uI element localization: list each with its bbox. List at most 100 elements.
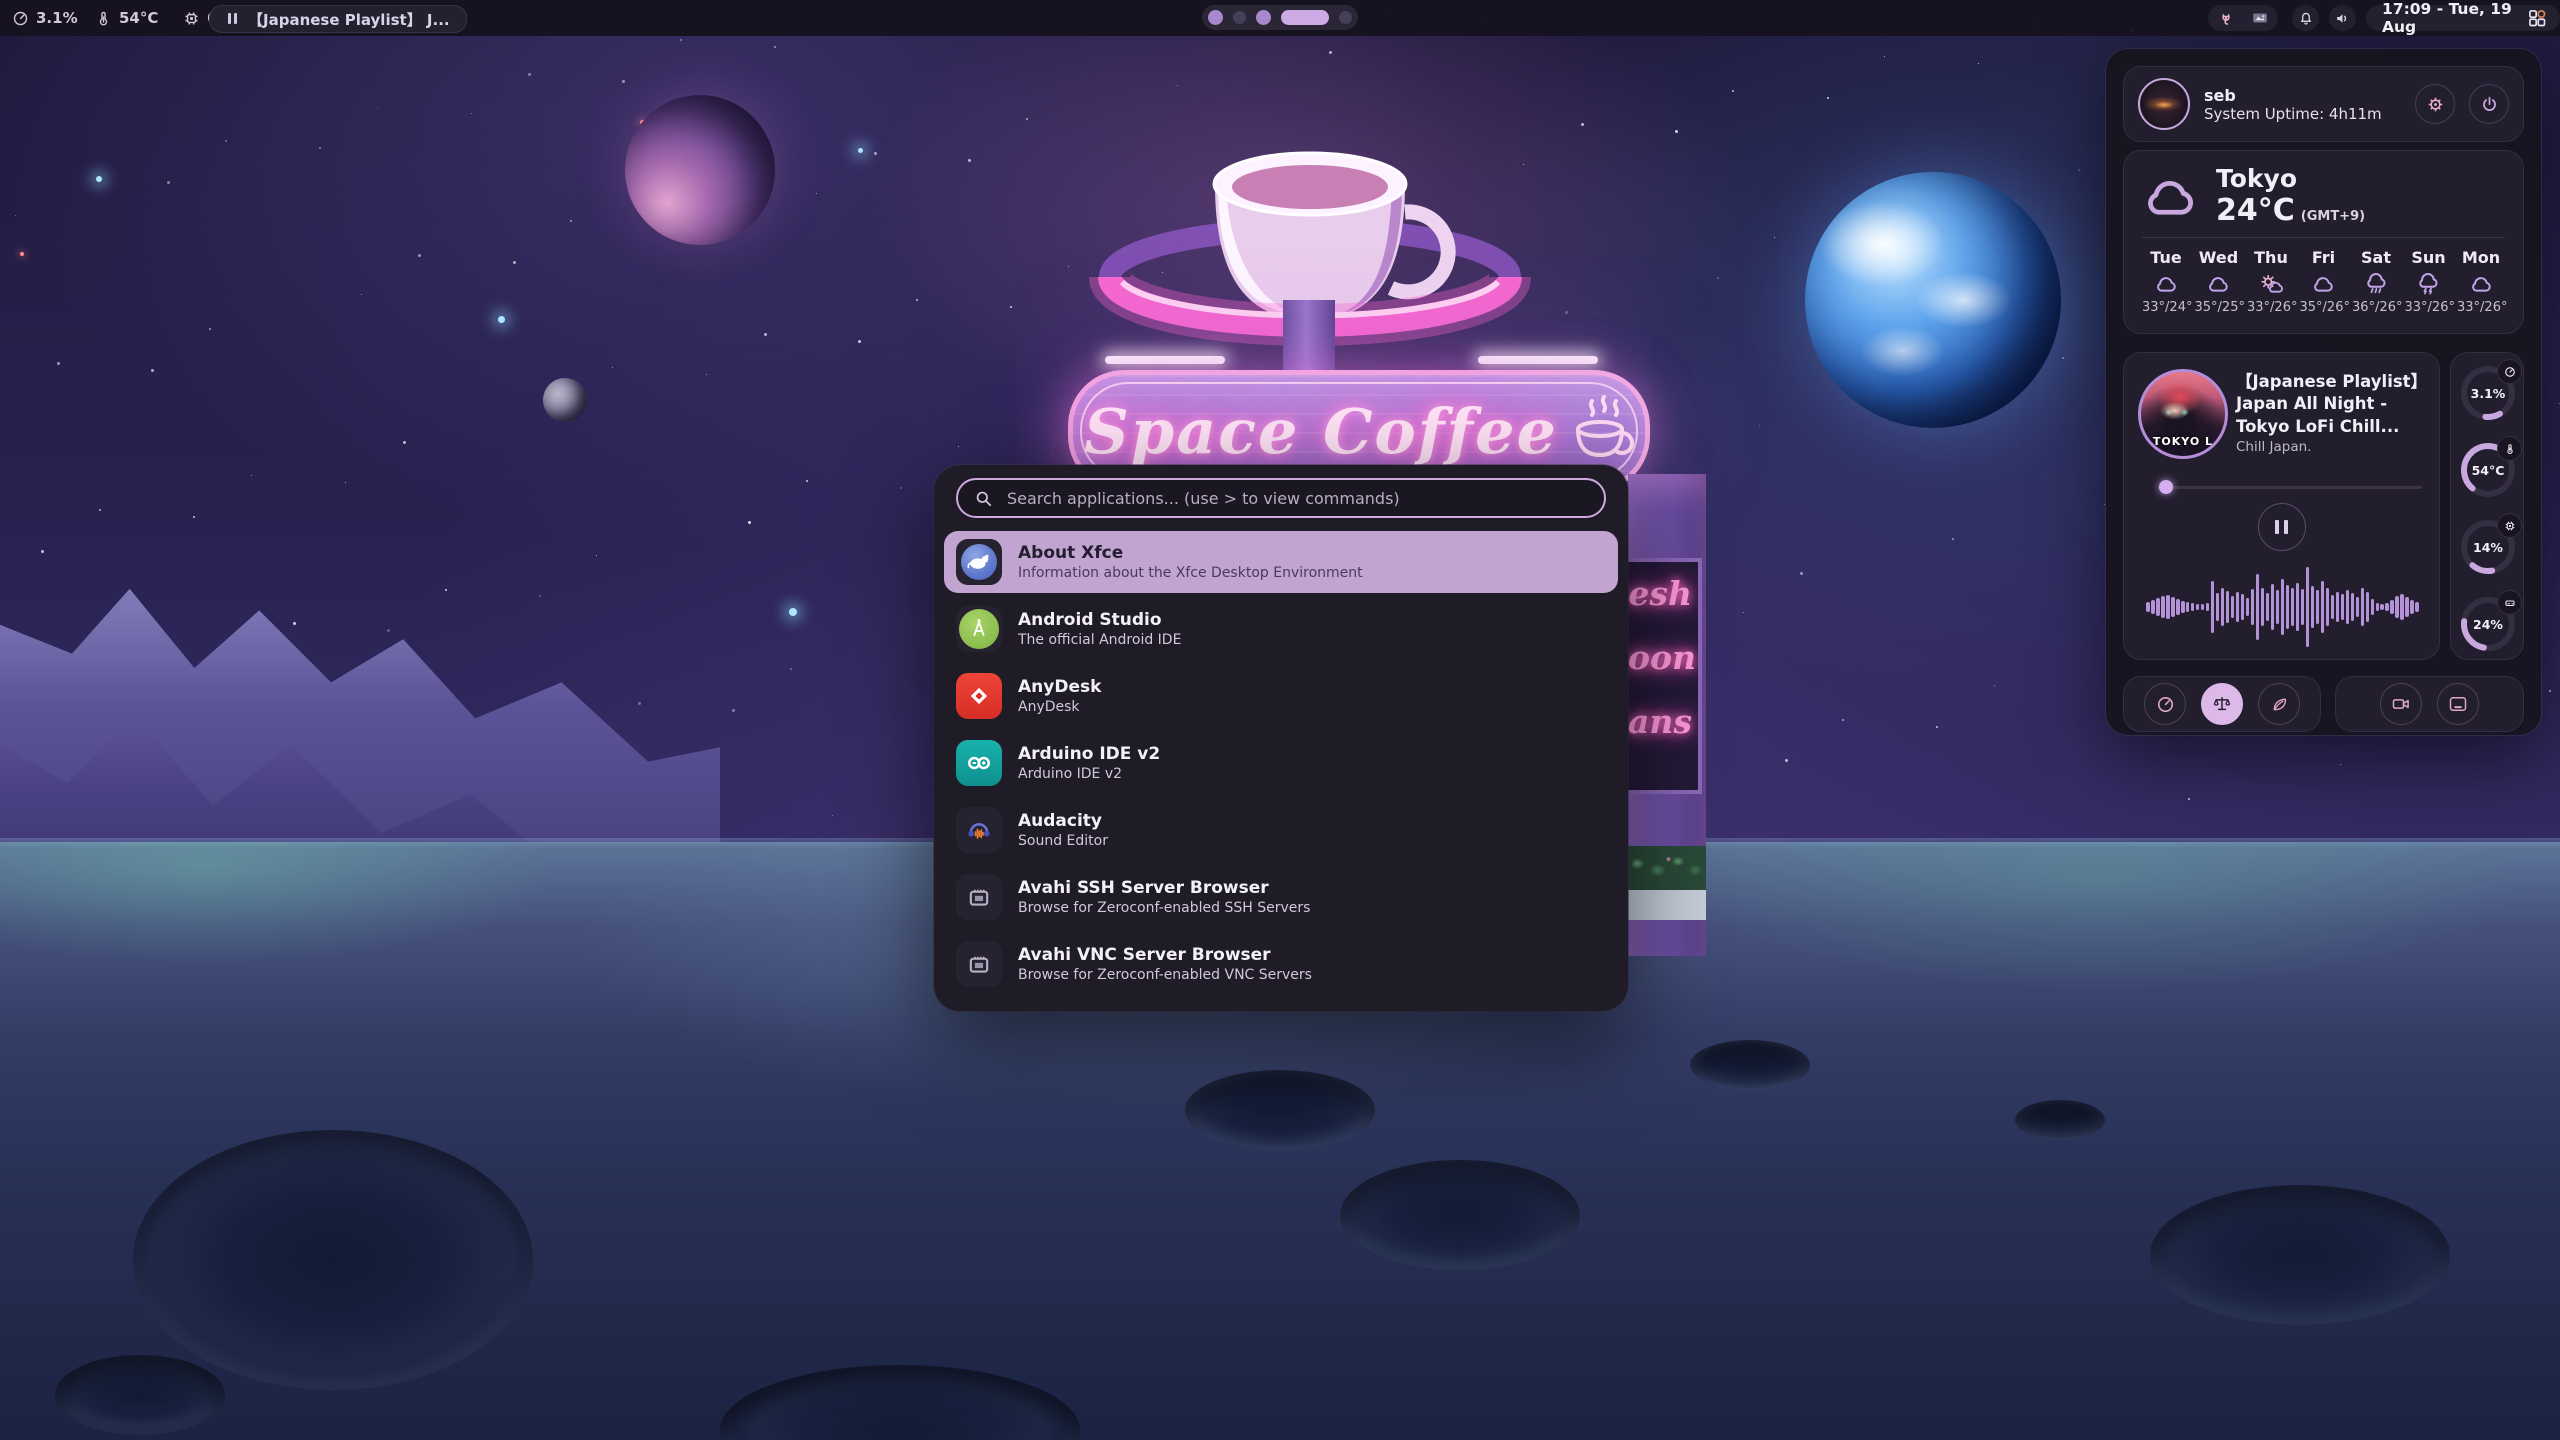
app-desc: Arduino IDE v2 [1018,765,1160,783]
pause-icon [226,10,238,28]
notifications-button[interactable] [2292,5,2319,31]
forecast-temps: 36°/26° [2352,300,2400,315]
workspace-dot-active[interactable] [1281,10,1329,25]
widgets-toggle-button[interactable] [2522,5,2552,31]
video-camera-icon [2391,694,2411,714]
forecast-day: Sat [2352,248,2400,267]
performance-mode-button[interactable] [2144,683,2186,725]
progress-handle[interactable] [2159,480,2173,494]
disk-icon [2497,590,2522,615]
cloud-icon [2468,273,2495,295]
chip-icon [2497,513,2522,538]
balanced-mode-button[interactable] [2201,683,2243,725]
app-row-audacity[interactable]: Audacity Sound Editor [944,799,1618,861]
red-star [20,252,24,256]
app-texts: Audacity Sound Editor [1018,810,1108,850]
chip-icon [183,10,200,27]
cat-tray-icon[interactable] [2217,9,2235,27]
media-player-card: TOKYO L 【Japanese Playlist】 Japan All Ni… [2123,352,2440,660]
media-subtitle: Chill Japan. [2236,439,2311,455]
crater [1185,1070,1375,1150]
app-name: About Xfce [1018,542,1363,564]
sun-cloud-icon [2258,273,2285,295]
forecast-day: Tue [2142,248,2190,267]
app-row-android-studio[interactable]: Android Studio The official Android IDE [944,598,1618,660]
search-bar[interactable] [956,478,1606,518]
planter-greenery [1628,846,1706,890]
app-row-anydesk[interactable]: AnyDesk AnyDesk [944,665,1618,727]
bell-icon [2298,10,2314,26]
crater [133,1130,533,1390]
app-row-about-xfce[interactable]: About Xfce Information about the Xfce De… [944,531,1618,593]
widgets-panel: seb System Uptime: 4h11m [2106,49,2541,735]
screen-record-button[interactable] [2380,683,2422,725]
music-pill[interactable]: 【Japanese Playlist】 J... [209,5,467,33]
app-texts: AnyDesk AnyDesk [1018,676,1101,716]
search-input[interactable] [1005,488,1588,509]
forecast-thu: Thu 33°/26° [2247,248,2295,315]
forecast-day: Mon [2457,248,2505,267]
wallpaper-icon[interactable] [2251,9,2269,27]
forecast-temps: 33°/26° [2457,300,2505,315]
tray-pill [2208,5,2278,31]
cpu-load-indicator: 3.1% [12,0,78,36]
app-row-avahi-vnc[interactable]: Avahi VNC Server Browser Browse for Zero… [944,933,1618,995]
app-desc: Browse for Zeroconf-enabled VNC Servers [1018,966,1312,984]
cloud-icon [2205,273,2232,295]
weather-city: Tokyo [2216,165,2365,194]
leaf-icon [2270,695,2289,714]
forecast-temps: 33°/26° [2405,300,2453,315]
crater [1690,1040,1810,1090]
settings-button[interactable] [2415,84,2455,124]
thermometer-icon [95,10,112,27]
xfce-logo-icon [956,539,1002,585]
workspace-dot[interactable] [1256,10,1271,25]
clock-label: 17:09 - Tue, 19 Aug [2382,0,2544,36]
dock-panel-icon [2448,694,2468,714]
network-port-icon [956,874,1002,920]
powersave-mode-button[interactable] [2258,683,2300,725]
neon-text-fragment: oon [1628,626,1698,690]
temperature-gauge: 54°C [2460,442,2516,498]
neon-text-fragment: esh [1628,562,1698,626]
marquee-light [1478,356,1598,364]
power-button[interactable] [2469,84,2509,124]
quick-toggles-left [2123,676,2321,732]
user-name: seb [2204,86,2401,105]
workspace-dot[interactable] [1208,10,1223,25]
app-name: Avahi SSH Server Browser [1018,877,1310,899]
app-desc: AnyDesk [1018,698,1101,716]
app-desc: The official Android IDE [1018,631,1181,649]
progress-track[interactable] [2158,486,2422,489]
app-name: Avahi VNC Server Browser [1018,944,1312,966]
app-name: AnyDesk [1018,676,1101,698]
workspace-dot[interactable] [1339,11,1352,24]
workspace-dot[interactable] [1233,11,1246,24]
small-moon [543,378,587,422]
shop-base-wall [1628,890,1706,920]
forecast-temps: 35°/25° [2195,300,2243,315]
user-card: seb System Uptime: 4h11m [2123,66,2524,142]
bright-star [858,148,863,153]
workspace-indicator[interactable] [1202,5,1358,30]
dock-toggle-button[interactable] [2437,683,2479,725]
app-launcher: About Xfce Information about the Xfce De… [934,465,1628,1011]
forecast-temps: 35°/26° [2300,300,2348,315]
search-icon [974,489,993,508]
volume-button[interactable] [2329,5,2356,31]
arduino-icon [956,740,1002,786]
app-row-avahi-ssh[interactable]: Avahi SSH Server Browser Browse for Zero… [944,866,1618,928]
pause-button[interactable] [2258,503,2306,551]
forecast-day: Wed [2195,248,2243,267]
forecast-mon: Mon 33°/26° [2457,248,2505,315]
audacity-icon [956,807,1002,853]
forecast-row: Tue 33°/24° Wed 35°/25° Thu [2140,248,2507,315]
forecast-tue: Tue 33°/24° [2142,248,2190,315]
forecast-day: Fri [2300,248,2348,267]
avatar [2138,78,2190,130]
crater [2150,1185,2450,1325]
music-pill-label: 【Japanese Playlist】 J... [248,9,450,30]
app-row-arduino[interactable]: Arduino IDE v2 Arduino IDE v2 [944,732,1618,794]
app-desc: Browse for Zeroconf-enabled SSH Servers [1018,899,1310,917]
top-bar: 3.1% 54°C 6.8G 【Japanese Playlist】 J... [0,0,2560,36]
